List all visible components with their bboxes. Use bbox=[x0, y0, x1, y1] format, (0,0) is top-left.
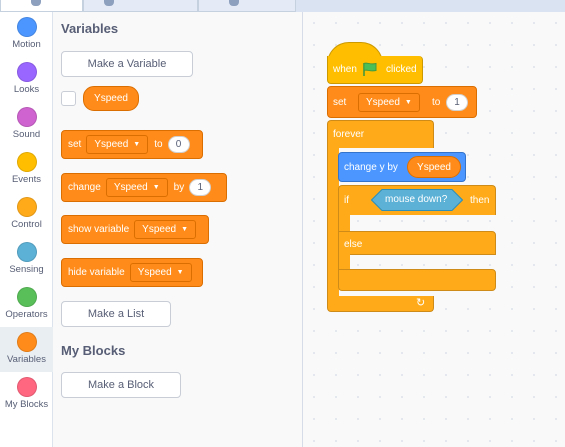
caret-down-icon: ▼ bbox=[404, 99, 412, 106]
category-control[interactable]: Control bbox=[0, 192, 53, 237]
if-arm bbox=[338, 214, 350, 232]
block-word: clicked bbox=[386, 64, 417, 75]
loop-arrow-icon: ↻ bbox=[416, 297, 426, 309]
category-label: Sensing bbox=[9, 264, 44, 275]
block-word: then bbox=[470, 195, 490, 206]
tab-code[interactable] bbox=[0, 0, 83, 12]
change-variable-block[interactable]: change Yspeed ▼ by 1 bbox=[61, 173, 227, 202]
block-word: forever bbox=[333, 129, 365, 140]
tab-costumes[interactable] bbox=[83, 0, 198, 12]
looks-category-icon bbox=[16, 62, 37, 82]
category-label: Events bbox=[11, 174, 42, 185]
block-word: else bbox=[344, 239, 363, 250]
value-input[interactable]: 0 bbox=[167, 136, 190, 153]
category-looks[interactable]: Looks bbox=[0, 57, 53, 102]
dropdown-value: Yspeed bbox=[142, 224, 177, 235]
caret-down-icon: ▼ bbox=[181, 226, 189, 233]
dropdown-value: Yspeed bbox=[113, 182, 148, 193]
variable-dropdown[interactable]: Yspeed ▼ bbox=[105, 178, 168, 197]
category-label: Sound bbox=[12, 129, 41, 140]
category-label: Variables bbox=[7, 354, 46, 365]
category-label: Motion bbox=[12, 39, 41, 50]
operators-category-icon bbox=[16, 287, 37, 307]
change-y-block[interactable]: change y by Yspeed bbox=[338, 152, 466, 182]
make-list-button[interactable]: Make a List bbox=[61, 301, 171, 327]
category-label: Looks bbox=[13, 84, 40, 95]
motion-category-icon bbox=[16, 17, 37, 37]
sensing-category-icon bbox=[16, 242, 37, 262]
dropdown-value: Yspeed bbox=[94, 139, 129, 150]
script-area[interactable]: when clicked set Yspeed ▼ to 1 forever ↻ … bbox=[303, 12, 565, 447]
category-operators[interactable]: Operators bbox=[0, 282, 53, 327]
variable-dropdown[interactable]: Yspeed ▼ bbox=[129, 263, 192, 282]
variable-reporter-yspeed[interactable]: Yspeed bbox=[83, 86, 139, 111]
forever-foot: ↻ bbox=[327, 296, 434, 312]
block-word: to bbox=[154, 139, 163, 150]
sound-category-icon bbox=[16, 107, 37, 127]
value-input[interactable]: 1 bbox=[446, 94, 468, 111]
block-word: change bbox=[68, 182, 101, 193]
variable-dropdown[interactable]: Yspeed ▼ bbox=[134, 220, 197, 239]
block-word: by bbox=[173, 182, 185, 193]
editor-tabs bbox=[0, 0, 565, 12]
block-word: hide variable bbox=[68, 267, 125, 278]
condition-label: mouse down? bbox=[385, 194, 448, 205]
category-events[interactable]: Events bbox=[0, 147, 53, 192]
block-word: when bbox=[333, 64, 357, 75]
caret-down-icon: ▼ bbox=[133, 141, 141, 148]
dropdown-value: Yspeed bbox=[366, 97, 400, 108]
category-my-blocks[interactable]: My Blocks bbox=[0, 372, 53, 417]
events-category-icon bbox=[16, 152, 37, 172]
category-sound[interactable]: Sound bbox=[0, 102, 53, 147]
variable-dropdown[interactable]: Yspeed ▼ bbox=[358, 93, 420, 112]
control-category-icon bbox=[16, 197, 37, 217]
variable-monitor-checkbox[interactable] bbox=[61, 91, 76, 106]
category-sensing[interactable]: Sensing bbox=[0, 237, 53, 282]
forever-block[interactable]: forever bbox=[327, 120, 434, 148]
sounds-icon bbox=[229, 0, 239, 6]
variable-reporter-yspeed[interactable]: Yspeed bbox=[407, 156, 461, 178]
set-variable-block[interactable]: set Yspeed ▼ to 0 bbox=[61, 130, 203, 159]
hide-variable-block[interactable]: hide variable Yspeed ▼ bbox=[61, 258, 203, 287]
block-word: to bbox=[432, 97, 441, 108]
block-word: set bbox=[68, 139, 82, 150]
category-label: Operators bbox=[5, 309, 48, 320]
variables-heading: Variables bbox=[61, 21, 119, 36]
block-palette: Variables Make a Variable Yspeed set Ysp… bbox=[53, 12, 303, 447]
costumes-icon bbox=[104, 0, 114, 6]
category-label: Control bbox=[11, 219, 42, 230]
my-blocks-heading: My Blocks bbox=[61, 343, 126, 358]
make-variable-button[interactable]: Make a Variable bbox=[61, 51, 193, 77]
category-label: My Blocks bbox=[4, 399, 49, 410]
else-arm bbox=[338, 254, 350, 270]
caret-down-icon: ▼ bbox=[176, 269, 184, 276]
block-word: set bbox=[333, 97, 347, 108]
if-else-foot bbox=[338, 269, 496, 291]
green-flag-icon bbox=[363, 62, 377, 76]
dropdown-value: Yspeed bbox=[137, 267, 172, 278]
category-menu: Motion Looks Sound Events Control Sensin… bbox=[0, 12, 53, 447]
variable-dropdown[interactable]: Yspeed ▼ bbox=[86, 135, 149, 154]
make-block-button[interactable]: Make a Block bbox=[61, 372, 181, 398]
value-input[interactable]: 1 bbox=[189, 179, 212, 196]
code-icon bbox=[31, 0, 41, 6]
set-variable-block[interactable]: set Yspeed ▼ to 1 bbox=[327, 86, 477, 118]
caret-down-icon: ▼ bbox=[152, 184, 160, 191]
if-else-block[interactable]: if mouse down? then bbox=[338, 185, 496, 215]
when-flag-clicked-block[interactable]: when clicked bbox=[327, 56, 423, 84]
block-word: show variable bbox=[68, 224, 130, 235]
myblocks-category-icon bbox=[16, 377, 37, 397]
block-word: if bbox=[344, 195, 349, 206]
variables-category-icon bbox=[16, 332, 37, 352]
category-variables[interactable]: Variables bbox=[0, 327, 53, 372]
block-word: change y by bbox=[344, 162, 398, 173]
category-motion[interactable]: Motion bbox=[0, 12, 53, 57]
tab-sounds[interactable] bbox=[198, 0, 296, 12]
else-block: else bbox=[338, 231, 496, 255]
show-variable-block[interactable]: show variable Yspeed ▼ bbox=[61, 215, 209, 244]
